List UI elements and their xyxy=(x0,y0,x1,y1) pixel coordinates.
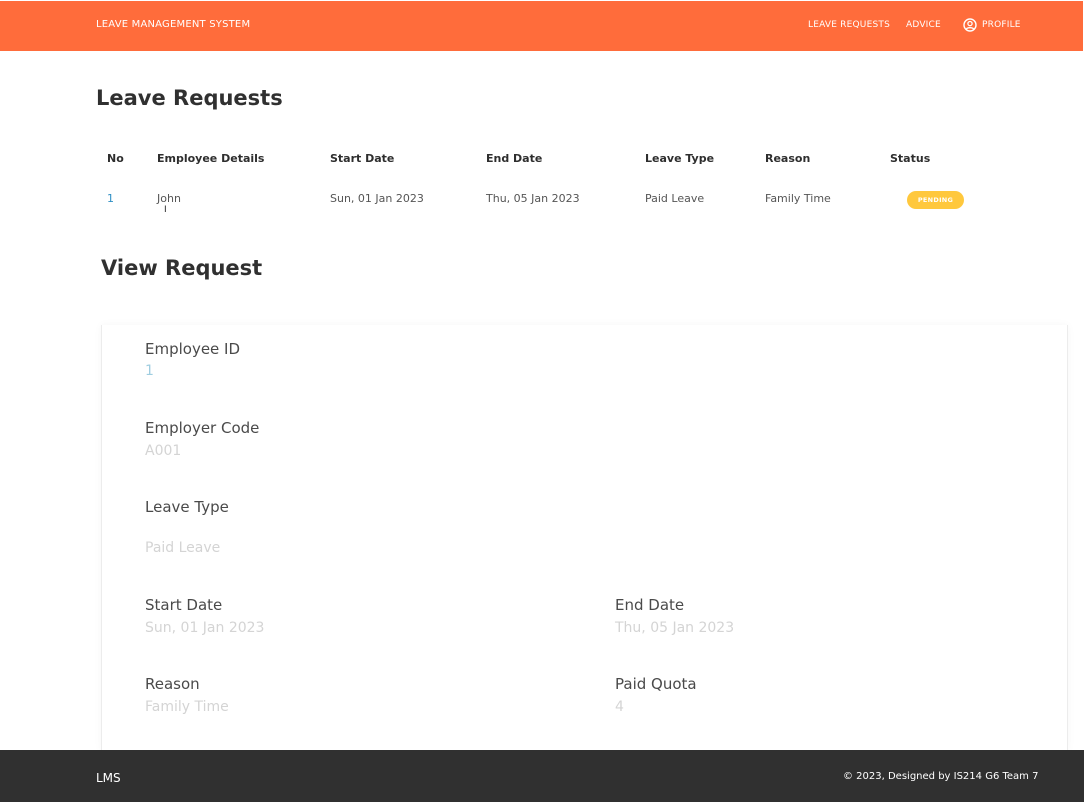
column-header-leave-type: Leave Type xyxy=(645,152,715,165)
page-title: Leave Requests xyxy=(96,86,283,110)
view-request-title: View Request xyxy=(101,256,263,280)
column-header-end-date: End Date xyxy=(486,152,543,165)
employer-code-value: A001 xyxy=(145,443,182,459)
page-footer: LMS © 2023, Designed by IS214 G6 Team 7 xyxy=(0,750,1084,802)
start-date-value: Sun, 01 Jan 2023 xyxy=(145,620,265,636)
employee-id-label: Employee ID xyxy=(145,340,241,358)
paid-quota-label: Paid Quota xyxy=(615,675,697,693)
column-header-status: Status xyxy=(890,152,931,165)
paid-quota-value: 4 xyxy=(615,699,624,715)
nav-profile[interactable]: PROFILE xyxy=(963,18,1021,32)
view-request-card: Employee ID 1 Employer Code A001 Leave T… xyxy=(101,325,1068,751)
nav-leave-requests[interactable]: LEAVE REQUESTS xyxy=(808,20,890,30)
column-header-start-date: Start Date xyxy=(330,152,395,165)
cell-employee[interactable]: John xyxy=(157,192,181,205)
status-badge: PENDING xyxy=(907,191,964,209)
leave-type-value: Paid Leave xyxy=(145,540,221,556)
employer-code-label: Employer Code xyxy=(145,419,260,437)
column-header-no: No xyxy=(107,152,124,165)
user-circle-icon xyxy=(963,18,977,32)
employee-id-value: 1 xyxy=(145,363,154,379)
app-brand[interactable]: LEAVE MANAGEMENT SYSTEM xyxy=(96,19,250,30)
top-navbar: LEAVE MANAGEMENT SYSTEM LEAVE REQUESTS A… xyxy=(0,0,1084,51)
reason-label: Reason xyxy=(145,675,200,693)
nav-advice[interactable]: ADVICE xyxy=(906,20,941,30)
end-date-label: End Date xyxy=(615,596,685,614)
text-cursor-icon: I xyxy=(164,205,167,215)
cell-no[interactable]: 1 xyxy=(107,192,114,205)
cell-start-date: Sun, 01 Jan 2023 xyxy=(330,192,424,205)
cell-leave-type: Paid Leave xyxy=(645,192,705,205)
leave-type-label: Leave Type xyxy=(145,498,229,516)
footer-copyright: © 2023, Designed by IS214 G6 Team 7 xyxy=(843,771,1039,782)
column-header-employee-details: Employee Details xyxy=(157,152,265,165)
nav-profile-label: PROFILE xyxy=(982,20,1021,30)
end-date-value: Thu, 05 Jan 2023 xyxy=(615,620,735,636)
cell-reason: Family Time xyxy=(765,192,831,205)
cell-end-date: Thu, 05 Jan 2023 xyxy=(486,192,580,205)
start-date-label: Start Date xyxy=(145,596,223,614)
column-header-reason: Reason xyxy=(765,152,811,165)
reason-value: Family Time xyxy=(145,699,229,715)
footer-brand: LMS xyxy=(96,771,121,785)
